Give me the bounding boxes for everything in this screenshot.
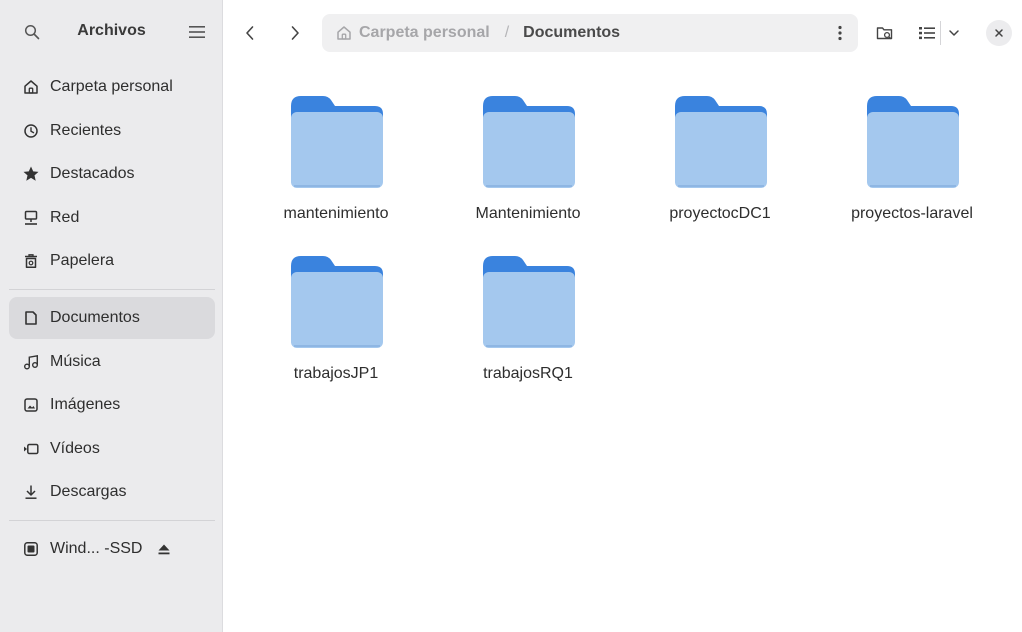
file-manager-window: Archivos Carpeta personal Recientes Dest…	[0, 0, 1022, 632]
sidebar-header: Archivos	[0, 0, 222, 64]
sidebar-item-label: Carpeta personal	[50, 78, 173, 95]
header-bar: Carpeta personal / Documentos	[223, 0, 1022, 64]
sidebar-item-label: Papelera	[50, 252, 115, 269]
clock-icon	[22, 122, 40, 140]
home-icon	[22, 78, 40, 96]
close-window-button[interactable]	[986, 20, 1012, 46]
breadcrumb-separator: /	[504, 24, 510, 41]
trash-icon	[22, 252, 40, 270]
sidebar-item-label: Vídeos	[50, 439, 100, 457]
drive-icon	[22, 540, 40, 558]
main-area: Carpeta personal / Documentos mantenimie…	[223, 0, 1022, 632]
sidebar-list: Carpeta personal Recientes Destacados Re…	[9, 66, 215, 572]
folder-item[interactable]: proyectocDC1	[640, 64, 800, 224]
folder-icon	[675, 96, 767, 188]
toolbar-separator	[940, 21, 941, 45]
folder-label: mantenimiento	[283, 205, 389, 222]
folder-icon	[291, 96, 383, 188]
sidebar: Archivos Carpeta personal Recientes Dest…	[0, 0, 223, 632]
home-icon	[336, 25, 352, 41]
image-icon	[22, 396, 40, 414]
sidebar-item-drive[interactable]: Wind... -SSD	[9, 528, 215, 570]
kebab-menu-icon	[838, 25, 842, 41]
sidebar-item-label: Red	[50, 208, 80, 226]
folder-icon	[867, 96, 959, 188]
sidebar-item-destacados[interactable]: Destacados	[9, 153, 215, 195]
breadcrumb-parent[interactable]: Carpeta personal	[359, 24, 490, 42]
folder-label: proyectos-laravel	[851, 205, 973, 222]
view-options-dropdown[interactable]	[946, 20, 962, 46]
folder-search-icon	[876, 27, 893, 40]
main-menu-button[interactable]	[184, 20, 210, 44]
path-menu-button[interactable]	[836, 24, 844, 42]
sidebar-item-documentos[interactable]: Documentos	[9, 297, 215, 339]
chevron-down-icon	[949, 30, 959, 36]
sidebar-item-imagenes[interactable]: Imágenes	[9, 384, 215, 426]
sidebar-separator	[9, 289, 215, 290]
forward-button[interactable]	[282, 20, 308, 46]
sidebar-item-label: Wind... -SSD	[50, 540, 143, 557]
folder-label: proyectocDC1	[669, 205, 771, 222]
folder-item[interactable]: mantenimiento	[256, 64, 416, 224]
sidebar-item-label: Documentos	[50, 309, 140, 326]
path-bar[interactable]: Carpeta personal / Documentos	[322, 14, 858, 52]
folder-grid: mantenimiento Mantenimiento proyectocDC1…	[223, 64, 1022, 632]
folder-item[interactable]: trabajosRQ1	[448, 224, 608, 384]
sidebar-separator	[9, 520, 215, 521]
folder-icon	[291, 256, 383, 348]
close-icon	[995, 29, 1003, 37]
folder-label: Mantenimiento	[475, 205, 581, 222]
breadcrumb-current[interactable]: Documentos	[523, 24, 620, 42]
download-icon	[22, 483, 40, 501]
sidebar-item-recientes[interactable]: Recientes	[9, 110, 215, 152]
sidebar-item-videos[interactable]: Vídeos	[9, 428, 215, 470]
eject-button[interactable]	[156, 541, 172, 557]
list-view-icon	[919, 27, 935, 40]
folder-icon	[483, 256, 575, 348]
folder-label: trabajosJP1	[293, 365, 379, 382]
back-button[interactable]	[237, 20, 263, 46]
sidebar-item-carpeta-personal[interactable]: Carpeta personal	[9, 66, 215, 108]
sidebar-item-label: Descargas	[50, 483, 127, 500]
view-mode-button[interactable]	[917, 20, 937, 46]
sidebar-item-label: Imágenes	[50, 396, 121, 413]
sidebar-item-papelera[interactable]: Papelera	[9, 240, 215, 282]
sidebar-item-label: Música	[50, 352, 101, 370]
music-icon	[22, 353, 40, 371]
folder-label: trabajosRQ1	[483, 365, 573, 382]
search-folder-button[interactable]	[872, 20, 898, 46]
folder-icon	[483, 96, 575, 188]
chevron-right-icon	[291, 26, 299, 40]
chevron-left-icon	[246, 26, 254, 40]
document-icon	[22, 309, 40, 327]
sidebar-item-red[interactable]: Red	[9, 197, 215, 239]
network-icon	[22, 209, 40, 227]
sidebar-item-descargas[interactable]: Descargas	[9, 471, 215, 513]
folder-item[interactable]: proyectos-laravel	[832, 64, 992, 224]
folder-item[interactable]: trabajosJP1	[256, 224, 416, 384]
hamburger-icon	[189, 26, 205, 38]
sidebar-item-label: Recientes	[50, 121, 122, 139]
folder-item[interactable]: Mantenimiento	[448, 64, 608, 224]
star-icon	[22, 165, 40, 183]
eject-icon	[158, 544, 170, 554]
video-icon	[22, 440, 40, 458]
sidebar-item-label: Destacados	[50, 165, 135, 182]
sidebar-item-musica[interactable]: Música	[9, 341, 215, 383]
